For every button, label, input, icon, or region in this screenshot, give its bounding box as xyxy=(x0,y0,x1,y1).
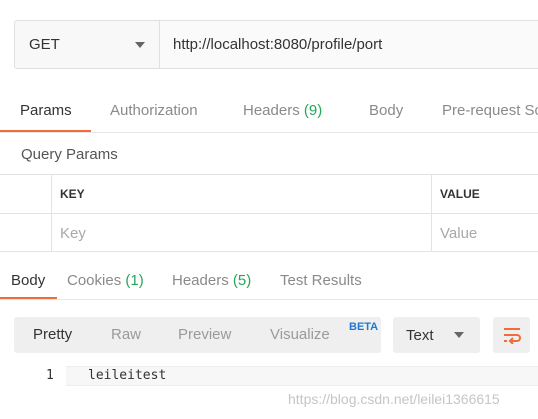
tab-prerequest-script[interactable]: Pre-request Sc xyxy=(442,93,538,131)
chevron-down-icon xyxy=(454,332,464,338)
tab-cookies-label: Cookies xyxy=(67,272,122,289)
row-handle-cell xyxy=(0,175,52,213)
tab-headers[interactable]: Headers (9) xyxy=(243,93,322,131)
table-header-row: KEY VALUE xyxy=(0,174,538,213)
tab-test-results[interactable]: Test Results xyxy=(280,263,362,300)
query-params-table: KEY VALUE Key Value xyxy=(0,174,538,252)
beta-badge: BETA xyxy=(349,321,379,333)
watermark: https://blog.csdn.net/leilei1366615 xyxy=(288,391,500,407)
response-type-label: Text xyxy=(406,326,434,344)
row-handle-cell xyxy=(0,214,52,252)
tab-cookies[interactable]: Cookies (1) xyxy=(67,263,144,300)
visualize-label: Visualize xyxy=(270,326,330,343)
tab-response-headers-count: (5) xyxy=(232,272,252,289)
value-input[interactable]: Value xyxy=(432,214,538,252)
preview-button[interactable]: Preview xyxy=(178,317,231,353)
line-number: 1 xyxy=(46,368,54,383)
tab-params[interactable]: Params xyxy=(20,93,72,131)
wrap-lines-icon xyxy=(503,328,521,344)
divider xyxy=(0,132,538,133)
divider xyxy=(0,299,538,300)
visualize-button[interactable]: Visualize BETA xyxy=(270,317,378,353)
request-bar: GET http://localhost:8080/profile/port xyxy=(14,20,538,69)
raw-button[interactable]: Raw xyxy=(111,317,141,353)
key-column-header: KEY xyxy=(52,175,432,213)
url-input[interactable]: http://localhost:8080/profile/port xyxy=(160,21,538,68)
key-placeholder: Key xyxy=(60,224,86,242)
chevron-down-icon xyxy=(135,41,145,48)
key-header-label: KEY xyxy=(60,187,85,201)
tab-body[interactable]: Body xyxy=(369,93,403,131)
key-input[interactable]: Key xyxy=(52,214,432,252)
pretty-button[interactable]: Pretty xyxy=(33,317,72,353)
method-label: GET xyxy=(29,36,60,53)
tab-response-headers[interactable]: Headers (5) xyxy=(172,263,251,300)
value-column-header: VALUE xyxy=(432,175,538,213)
method-select[interactable]: GET xyxy=(15,21,160,68)
query-params-title: Query Params xyxy=(21,146,118,163)
response-type-select[interactable]: Text xyxy=(393,317,480,353)
request-tabs: Params Authorization Headers (9) Body Pr… xyxy=(0,93,538,133)
tab-headers-label: Headers xyxy=(243,102,300,119)
value-placeholder: Value xyxy=(440,224,478,242)
format-toggle-group: Pretty Raw Preview Visualize BETA xyxy=(14,317,381,353)
tab-authorization[interactable]: Authorization xyxy=(110,93,198,131)
tab-response-body[interactable]: Body xyxy=(11,263,45,300)
tab-response-headers-label: Headers xyxy=(172,272,229,289)
wrap-lines-button[interactable] xyxy=(493,317,530,353)
tab-cookies-count: (1) xyxy=(125,272,144,289)
response-body-text: leileitest xyxy=(88,368,167,383)
value-header-label: VALUE xyxy=(440,187,480,201)
table-row: Key Value xyxy=(0,213,538,252)
tab-headers-count: (9) xyxy=(303,102,323,119)
response-tabs: Body Cookies (1) Headers (5) Test Result… xyxy=(0,263,538,303)
